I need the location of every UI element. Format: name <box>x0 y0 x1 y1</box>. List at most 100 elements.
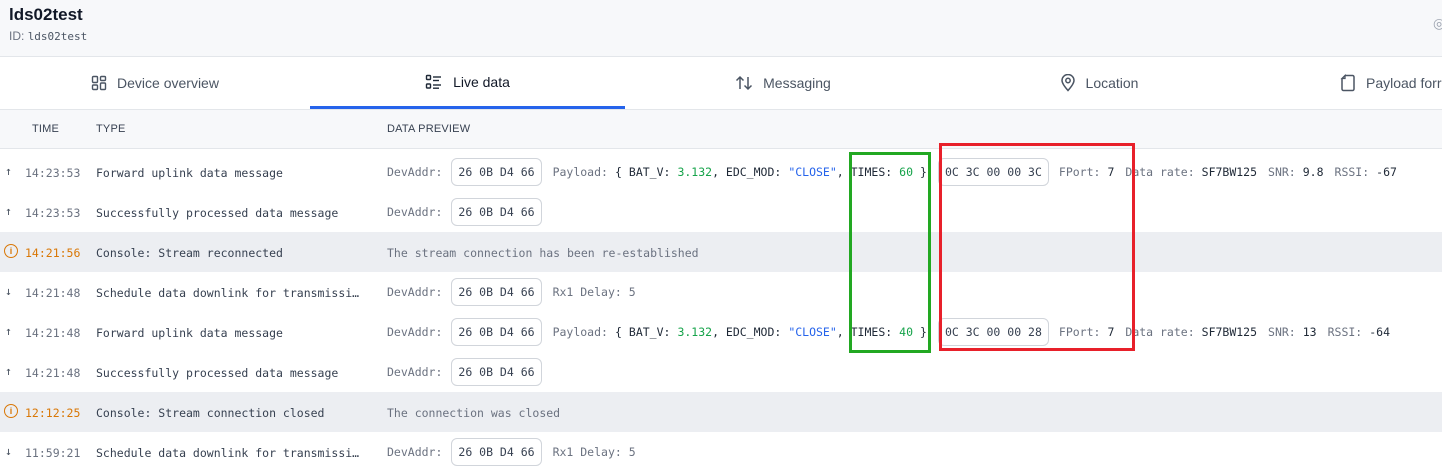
payload-label: Payload: <box>552 325 608 339</box>
arrow-up-icon: ↑ <box>5 204 12 218</box>
tab-messaging[interactable]: Messaging <box>625 57 941 109</box>
devaddr-label: DevAddr: <box>387 165 443 179</box>
arrow-up-icon: ↑ <box>5 324 12 338</box>
arrow-down-icon: ↓ <box>5 284 12 298</box>
event-type: Schedule data downlink for transmissi… <box>96 446 360 460</box>
info-warning-icon: i <box>4 244 18 258</box>
device-id: ID: lds02test <box>9 29 87 43</box>
events-table-header: TIME TYPE DATA PREVIEW <box>0 110 1442 149</box>
snr-value: 13 <box>1302 325 1317 339</box>
event-type: Successfully processed data message <box>96 206 339 220</box>
device-id-label: ID: <box>9 29 25 43</box>
info-warning-icon: i <box>4 404 18 418</box>
settings-icon[interactable]: ◎ <box>1433 15 1442 32</box>
annotation-green-box <box>849 152 931 353</box>
payload-key: , EDC_MOD: <box>712 165 782 179</box>
document-icon <box>1340 74 1355 92</box>
payload-value: "CLOSE" <box>788 325 837 339</box>
rssi-value: -64 <box>1369 325 1390 339</box>
devaddr-value[interactable]: 26 0B D4 66 <box>451 158 542 186</box>
event-type: Forward uplink data message <box>96 326 283 340</box>
event-time: 12:12:25 <box>25 406 81 420</box>
event-row[interactable]: ↓ 14:21:48 Schedule data downlink for tr… <box>0 272 1442 312</box>
payload-value: 3.132 <box>677 325 713 339</box>
devaddr-label: DevAddr: <box>387 205 443 219</box>
annotation-red-box <box>939 143 1135 351</box>
tab-location[interactable]: Location <box>941 57 1257 109</box>
tab-label: Messaging <box>763 75 831 91</box>
payload-key: , EDC_MOD: <box>712 325 782 339</box>
tab-label: Device overview <box>117 75 219 91</box>
rssi-label: RSSI: <box>1327 325 1363 339</box>
devaddr-label: DevAddr: <box>387 365 443 379</box>
list-icon <box>425 74 442 89</box>
devaddr-value[interactable]: 26 0B D4 66 <box>451 278 542 306</box>
arrow-up-icon: ↑ <box>5 164 12 178</box>
event-type: Console: Stream reconnected <box>96 246 283 260</box>
tab-payload-formatters[interactable]: Payload forr <box>1257 57 1442 109</box>
event-type: Console: Stream connection closed <box>96 406 325 420</box>
column-data-preview: DATA PREVIEW <box>387 123 471 135</box>
snr-label: SNR: <box>1268 165 1296 179</box>
device-title: lds02test <box>9 5 83 24</box>
event-row[interactable]: ↑ 14:23:53 Forward uplink data message D… <box>0 152 1442 192</box>
tab-label: Payload forr <box>1366 75 1442 91</box>
tab-device-overview[interactable]: Device overview <box>0 57 310 109</box>
column-time: TIME <box>32 123 60 135</box>
arrows-updown-icon <box>736 75 753 91</box>
devaddr-label: DevAddr: <box>387 325 443 339</box>
event-row[interactable]: ↑ 14:21:48 Successfully processed data m… <box>0 352 1442 392</box>
event-message: The connection was closed <box>387 406 561 420</box>
arrow-up-icon: ↑ <box>5 364 12 378</box>
payload-open: { <box>614 325 622 339</box>
snr-label: SNR: <box>1268 325 1296 339</box>
event-time: 14:21:48 <box>25 366 81 380</box>
payload-value: "CLOSE" <box>788 165 837 179</box>
data-rate-label: Data rate: <box>1125 325 1195 339</box>
rx1-delay: Rx1 Delay: 5 <box>552 285 636 299</box>
tab-bar: Device overview Live data Messaging Loca… <box>0 57 1442 110</box>
event-row[interactable]: ↑ 14:21:48 Forward uplink data message D… <box>0 312 1442 352</box>
event-row[interactable]: i 14:21:56 Console: Stream reconnected T… <box>0 232 1442 272</box>
devaddr-label: DevAddr: <box>387 445 443 459</box>
event-type: Forward uplink data message <box>96 166 283 180</box>
event-type: Schedule data downlink for transmissi… <box>96 286 360 300</box>
arrow-down-icon: ↓ <box>5 444 12 458</box>
devaddr-value[interactable]: 26 0B D4 66 <box>451 318 542 346</box>
event-time: 11:59:21 <box>25 446 81 460</box>
tab-label: Live data <box>453 73 510 90</box>
event-row[interactable]: ↓ 11:59:21 Schedule data downlink for tr… <box>0 432 1442 472</box>
devaddr-value[interactable]: 26 0B D4 66 <box>451 198 542 226</box>
tab-live-data[interactable]: Live data <box>310 57 625 109</box>
event-row[interactable]: i 12:12:25 Console: Stream connection cl… <box>0 392 1442 432</box>
snr-value: 9.8 <box>1302 165 1324 179</box>
device-id-value: lds02test <box>27 30 88 43</box>
grid-icon <box>91 75 107 91</box>
rx1-delay: Rx1 Delay: 5 <box>552 445 636 459</box>
data-rate-label: Data rate: <box>1125 165 1195 179</box>
event-type: Successfully processed data message <box>96 366 339 380</box>
event-time: 14:23:53 <box>25 166 81 180</box>
event-time: 14:23:53 <box>25 206 81 220</box>
devaddr-value[interactable]: 26 0B D4 66 <box>451 358 542 386</box>
event-time: 14:21:56 <box>25 246 81 260</box>
rssi-label: RSSI: <box>1334 165 1370 179</box>
column-type: TYPE <box>96 123 126 135</box>
device-header: lds02test ID: lds02test ◎ <box>0 0 1442 57</box>
event-preview: DevAddr: 26 0B D4 66 <box>387 358 542 386</box>
rssi-value: -67 <box>1376 165 1397 179</box>
payload-key: BAT_V: <box>628 325 671 339</box>
event-time: 14:21:48 <box>25 326 81 340</box>
payload-value: 3.132 <box>677 165 713 179</box>
devaddr-label: DevAddr: <box>387 285 443 299</box>
event-message: The stream connection has been re-establ… <box>387 246 699 260</box>
payload-key: BAT_V: <box>628 165 671 179</box>
payload-label: Payload: <box>552 165 608 179</box>
data-rate-value: SF7BW125 <box>1201 325 1258 339</box>
event-preview: DevAddr: 26 0B D4 66 <box>387 198 542 226</box>
event-preview: DevAddr: 26 0B D4 66 Rx1 Delay: 5 <box>387 278 636 306</box>
tab-label: Location <box>1085 75 1139 91</box>
event-row[interactable]: ↑ 14:23:53 Successfully processed data m… <box>0 192 1442 232</box>
payload-open: { <box>614 165 622 179</box>
location-pin-icon <box>1060 74 1075 92</box>
